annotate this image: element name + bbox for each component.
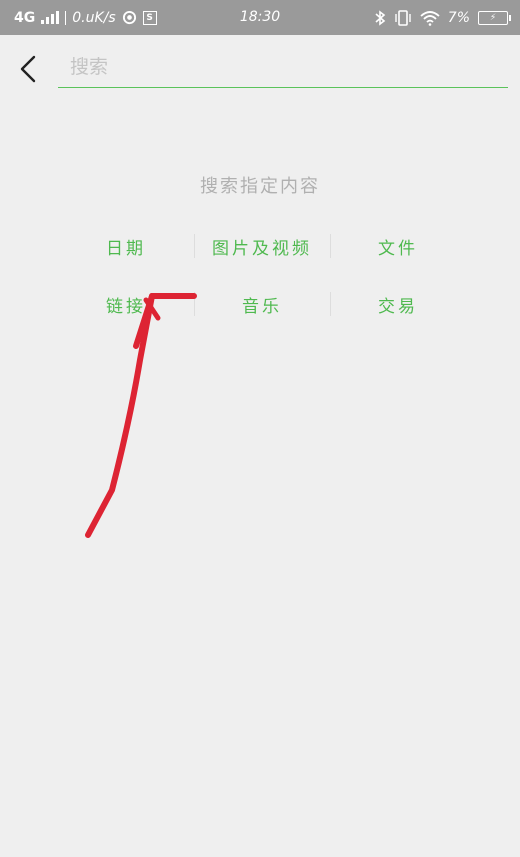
category-transactions[interactable]: 交易: [330, 286, 466, 322]
chevron-left-icon: [20, 55, 36, 83]
search-bar: [58, 50, 508, 88]
section-title: 搜索指定内容: [200, 176, 320, 197]
category-row: 链接 音乐 交易: [58, 286, 466, 322]
annotation-arrow: [85, 293, 197, 538]
wifi-icon: [420, 10, 440, 26]
category-images-videos[interactable]: 图片及视频: [194, 228, 330, 264]
back-button[interactable]: [12, 52, 46, 86]
category-row: 日期 图片及视频 文件: [58, 228, 466, 264]
bluetooth-icon: [375, 9, 386, 26]
category-music[interactable]: 音乐: [194, 286, 330, 322]
category-date[interactable]: 日期: [58, 228, 194, 264]
vibrate-icon: [395, 9, 411, 26]
category-grid: 日期 图片及视频 文件 链接 音乐 交易: [58, 228, 466, 344]
status-bar: 4G 0.uK/s S 18:30 7% ⚡: [0, 0, 520, 35]
battery-percent: 7%: [447, 9, 470, 26]
category-links[interactable]: 链接: [58, 286, 194, 322]
battery-icon: ⚡: [478, 10, 511, 25]
search-input[interactable]: [58, 50, 508, 84]
category-files[interactable]: 文件: [330, 228, 466, 264]
status-right: 7% ⚡: [374, 0, 511, 35]
